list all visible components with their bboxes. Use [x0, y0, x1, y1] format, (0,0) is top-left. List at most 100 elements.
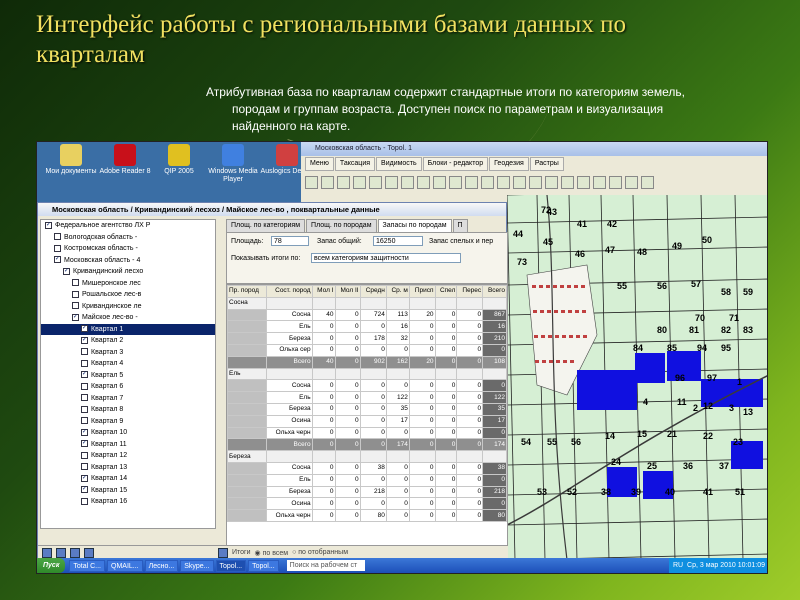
- tree-item[interactable]: Квартал 12: [41, 450, 215, 462]
- tab[interactable]: П: [452, 219, 468, 232]
- tree-checkbox[interactable]: [72, 290, 79, 298]
- toolbar-button-icon[interactable]: [385, 175, 398, 189]
- tree-checkbox[interactable]: [72, 279, 79, 287]
- tree-item[interactable]: ✓ Федеральное агентство ЛХ Р: [41, 220, 215, 232]
- toolbar-button-icon[interactable]: [577, 175, 590, 189]
- map-canvas[interactable]: 4 3 41 42 44 45 46 47 48 49 50 55 56 57 58 59 70 71 72 73 80…: [507, 195, 768, 560]
- tree-checkbox[interactable]: ✓: [81, 486, 88, 494]
- tree-checkbox[interactable]: [81, 463, 88, 471]
- toolbar-button-icon[interactable]: [497, 175, 510, 189]
- tree-checkbox[interactable]: [81, 417, 88, 425]
- tree-checkbox[interactable]: [54, 233, 61, 241]
- tree-checkbox[interactable]: ✓: [63, 267, 70, 275]
- tab[interactable]: Площ. по породам: [306, 219, 377, 232]
- tree-checkbox[interactable]: [81, 451, 88, 459]
- toolbar-button-icon[interactable]: [481, 175, 494, 189]
- tree-item[interactable]: Квартал 7: [41, 393, 215, 405]
- toolbar-button-icon[interactable]: [449, 175, 462, 189]
- tree-item[interactable]: ✓ Майское лес-во -: [41, 312, 215, 324]
- region-tree[interactable]: ✓ Федеральное агентство ЛХ Р Вологодская о…: [40, 219, 216, 529]
- toolbar-button-icon[interactable]: [417, 175, 430, 189]
- tree-item[interactable]: ✓ Квартал 1: [41, 323, 215, 335]
- taskbar-task[interactable]: QMAIL...: [107, 559, 143, 572]
- toolbar-button-icon[interactable]: [641, 175, 654, 189]
- tree-checkbox[interactable]: [81, 382, 88, 390]
- stock-field[interactable]: 16250: [373, 236, 423, 246]
- tree-item[interactable]: ✓ Квартал 2: [41, 335, 215, 347]
- toolbar-button-icon[interactable]: [401, 175, 414, 189]
- taskbar-task[interactable]: Topol...: [215, 559, 247, 572]
- forest-map[interactable]: 4 3 41 42 44 45 46 47 48 49 50 55 56 57 58 59 70 71 72 73 80…: [507, 195, 768, 560]
- start-button[interactable]: Пуск: [37, 558, 66, 573]
- tree-item[interactable]: Квартал 13: [41, 462, 215, 474]
- taskbar-task[interactable]: Лесно...: [144, 559, 179, 572]
- tree-item[interactable]: Квартал 16: [41, 496, 215, 508]
- tree-item[interactable]: ✓ Квартал 15: [41, 485, 215, 497]
- tree-item[interactable]: Квартал 8: [41, 404, 215, 416]
- desktop-icon[interactable]: QIP 2005: [151, 144, 207, 176]
- show-totals-select[interactable]: всем категориям защитности: [311, 253, 461, 263]
- tree-checkbox[interactable]: [54, 244, 61, 252]
- nav-next-icon[interactable]: [70, 547, 80, 558]
- tree-item[interactable]: ✓ Московская область - 4: [41, 255, 215, 267]
- desktop-icon[interactable]: Windows Media Player: [205, 144, 261, 184]
- tree-item[interactable]: ✓ Квартал 5: [41, 370, 215, 382]
- tree-checkbox[interactable]: [81, 405, 88, 413]
- tree-checkbox[interactable]: ✓: [54, 256, 61, 264]
- tree-checkbox[interactable]: ✓: [81, 474, 88, 482]
- totals-all-radio[interactable]: ◉ по всем: [255, 549, 289, 557]
- menu-item[interactable]: Таксация: [334, 157, 376, 171]
- tree-item[interactable]: Квартал 6: [41, 381, 215, 393]
- menu-item[interactable]: Блоки - редактор: [422, 157, 489, 171]
- nav-last-icon[interactable]: [84, 547, 94, 558]
- tree-checkbox[interactable]: ✓: [81, 428, 88, 436]
- toolbar-button-icon[interactable]: [609, 175, 622, 189]
- language-indicator[interactable]: RU: [673, 562, 683, 569]
- toolbar-button-icon[interactable]: [353, 175, 366, 189]
- toolbar-button-icon[interactable]: [593, 175, 606, 189]
- search-icon[interactable]: [218, 547, 228, 558]
- taskbar-task[interactable]: Skype...: [180, 559, 214, 572]
- totals-selected-radio[interactable]: ○ по отобранным: [292, 549, 348, 556]
- toolbar-button-icon[interactable]: [465, 175, 478, 189]
- tree-checkbox[interactable]: [72, 302, 79, 310]
- tree-item[interactable]: Вологодская область -: [41, 232, 215, 244]
- toolbar-button-icon[interactable]: [561, 175, 574, 189]
- toolbar-button-icon[interactable]: [625, 175, 638, 189]
- menu-item[interactable]: Геодезия: [489, 157, 529, 171]
- menu-item[interactable]: Видимость: [376, 157, 422, 171]
- toolbar-button-icon[interactable]: [305, 175, 318, 189]
- tree-item[interactable]: ✓ Квартал 11: [41, 439, 215, 451]
- tree-checkbox[interactable]: ✓: [81, 336, 88, 344]
- tree-checkbox[interactable]: ✓: [72, 313, 79, 321]
- menu-item[interactable]: Растры: [529, 157, 564, 171]
- tree-checkbox[interactable]: ✓: [45, 221, 52, 229]
- taskbar-task[interactable]: Total C...: [69, 559, 105, 572]
- tree-item[interactable]: ✓ Квартал 10: [41, 427, 215, 439]
- toolbar-button-icon[interactable]: [529, 175, 542, 189]
- nav-first-icon[interactable]: [42, 547, 52, 558]
- tab[interactable]: Запасы по породам: [377, 219, 452, 232]
- area-field[interactable]: 78: [271, 236, 309, 246]
- toolbar-button-icon[interactable]: [337, 175, 350, 189]
- tree-checkbox[interactable]: ✓: [81, 371, 88, 379]
- tree-checkbox[interactable]: ✓: [81, 325, 88, 333]
- toolbar-button-icon[interactable]: [369, 175, 382, 189]
- tree-item[interactable]: ✓ Квартал 14: [41, 473, 215, 485]
- desktop-search-input[interactable]: Поиск на рабочем ст: [286, 560, 365, 571]
- tree-checkbox[interactable]: [81, 359, 88, 367]
- taskbar-task[interactable]: Topol...: [248, 559, 279, 572]
- tab[interactable]: Площ. по категориям: [226, 219, 306, 232]
- toolbar-button-icon[interactable]: [545, 175, 558, 189]
- tree-item[interactable]: Кривандинское ле: [41, 301, 215, 313]
- toolbar-button-icon[interactable]: [321, 175, 334, 189]
- menu-item[interactable]: Меню: [305, 157, 334, 171]
- tree-item[interactable]: Квартал 3: [41, 347, 215, 359]
- tree-checkbox[interactable]: [81, 394, 88, 402]
- tree-item[interactable]: Рошальское лес-в: [41, 289, 215, 301]
- tree-item[interactable]: Квартал 4: [41, 358, 215, 370]
- toolbar-button-icon[interactable]: [433, 175, 446, 189]
- desktop-icon[interactable]: Мои документы: [43, 144, 99, 176]
- nav-prev-icon[interactable]: [56, 547, 66, 558]
- tree-item[interactable]: Костромская область -: [41, 243, 215, 255]
